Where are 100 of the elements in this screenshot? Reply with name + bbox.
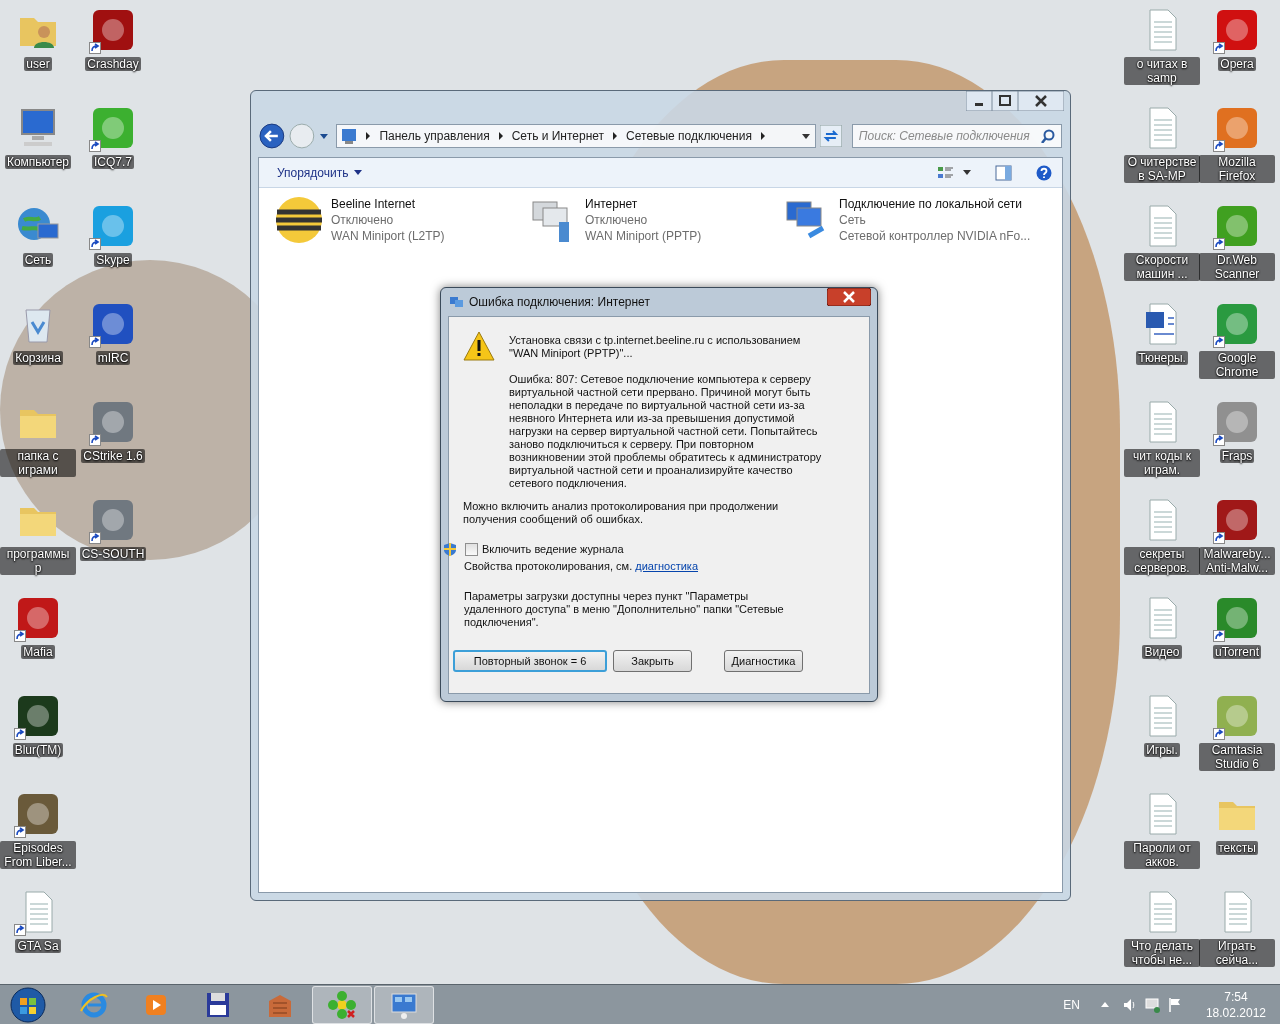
icon-label[interactable]: чит коды к играм. — [1124, 449, 1200, 477]
icon-label[interactable]: Игры. — [1144, 743, 1180, 757]
show-hidden-icons-button[interactable] — [1099, 1001, 1110, 1008]
chevron-icon[interactable] — [612, 131, 619, 141]
icon-label[interactable]: секреты серверов. — [1124, 547, 1200, 575]
shortcut-arrow-icon — [89, 238, 101, 250]
checkbox-label[interactable]: Включить ведение журнала — [482, 543, 624, 556]
shield-icon — [443, 542, 457, 557]
icon-label[interactable]: Malwareby... Anti-Malw... — [1199, 547, 1275, 575]
caret-icon — [354, 170, 363, 175]
icon-label[interactable]: uTorrent — [1213, 645, 1261, 659]
caret-icon[interactable] — [963, 170, 971, 175]
breadcrumb-item[interactable]: Сеть и Интернет — [511, 127, 605, 145]
clock-time: 7:54 — [1224, 988, 1248, 1005]
connection-name[interactable]: Интернет — [585, 196, 702, 212]
refresh-button[interactable] — [820, 125, 842, 147]
dropdown-caret-icon[interactable] — [318, 132, 329, 140]
clock-date: 18.02.2012 — [1205, 1004, 1266, 1021]
icon-label[interactable]: Google Chrome — [1199, 351, 1275, 379]
striped-globe-icon[interactable] — [275, 196, 323, 244]
connection-device: WAN Miniport (PPTP) — [585, 228, 702, 244]
warning-icon — [463, 331, 495, 361]
shortcut-arrow-icon — [14, 630, 26, 642]
icon-label[interactable]: CStrike 1.6 — [81, 449, 145, 463]
logging-checkbox[interactable] — [465, 543, 478, 556]
dialog-button[interactable]: Диагностика — [724, 650, 803, 672]
icon-label[interactable]: Episodes From Liber... — [0, 841, 76, 869]
icon-label[interactable]: Opera — [1218, 57, 1256, 71]
icon-label[interactable]: ICQ7.7 — [92, 155, 134, 169]
icon-label[interactable]: Компьютер — [4, 155, 72, 169]
icon-label[interactable]: Mafia — [21, 645, 55, 659]
shortcut-arrow-icon — [1213, 140, 1225, 152]
dialog-title: Ошибка подключения: Интернет — [469, 294, 650, 311]
address-bar[interactable]: Панель управления Сеть и Интернет Сетевые подключения — [336, 124, 817, 148]
view-options-icon[interactable] — [937, 164, 955, 181]
connection-status: Отключено — [585, 212, 649, 228]
icon-label[interactable]: Dr.Web Scanner — [1199, 253, 1275, 281]
icon-label[interactable]: программы р — [0, 547, 76, 575]
shortcut-arrow-icon — [1213, 42, 1225, 54]
icon-label[interactable]: Тюнеры. — [1136, 351, 1188, 365]
dialog-button[interactable]: Повторный звонок = 6 — [453, 650, 607, 672]
close-button[interactable] — [827, 288, 871, 306]
icon-label[interactable]: папка с играми — [0, 449, 76, 477]
shortcut-arrow-icon — [89, 532, 101, 544]
shortcut-arrow-icon — [89, 42, 101, 54]
connection-status: Сеть — [839, 212, 867, 228]
shortcut-arrow-icon — [14, 924, 26, 936]
preview-pane-icon[interactable] — [995, 164, 1012, 181]
icon-label[interactable]: Mozilla Firefox — [1199, 155, 1275, 183]
icon-label[interactable]: тексты — [1216, 841, 1258, 855]
shortcut-arrow-icon — [1213, 434, 1225, 446]
settings-note: Параметры загрузки доступны через пункт "Параметры удаленного доступа" в меню "Дополнительно" папки "Сетевые подключения". — [464, 590, 785, 629]
connection-name[interactable]: Подключение по локальной сети — [839, 196, 1031, 212]
connection-device: WAN Miniport (L2TP) — [331, 228, 445, 244]
icon-label[interactable]: Camtasia Studio 6 — [1199, 743, 1275, 771]
chevron-icon[interactable] — [759, 131, 766, 141]
network-icon — [449, 295, 463, 309]
logging-note: Можно включить анализ протоколирования при продолжении получения сообщений об ошибках. — [463, 500, 780, 526]
back-button[interactable] — [259, 123, 285, 149]
maximize-button[interactable] — [992, 91, 1018, 111]
icon-label[interactable]: О читерстве в SA-MP — [1124, 155, 1200, 183]
connection-name[interactable]: Beeline Internet — [331, 196, 445, 212]
dropdown-caret-icon[interactable] — [801, 132, 812, 140]
chevron-icon[interactable] — [365, 131, 372, 141]
icon-label[interactable]: GTA Sa — [15, 939, 61, 953]
icon-label[interactable]: Видео — [1142, 645, 1182, 659]
icon-label[interactable]: Корзина — [13, 351, 63, 365]
icon-label[interactable]: Crashday — [85, 57, 141, 71]
shortcut-arrow-icon — [14, 728, 26, 740]
shortcut-arrow-icon — [89, 336, 101, 348]
flower-icon — [326, 988, 358, 1021]
icon-label[interactable]: Сеть — [22, 253, 54, 267]
breadcrumb-item[interactable]: Панель управления — [379, 127, 490, 145]
icon-label[interactable]: user — [24, 57, 52, 71]
icon-label[interactable]: Играть сейча... — [1199, 939, 1275, 967]
icon-label[interactable]: Что делать чтобы не... — [1124, 939, 1200, 967]
minimize-button[interactable] — [966, 91, 992, 111]
network-status-icon[interactable] — [1143, 996, 1160, 1013]
shortcut-arrow-icon — [89, 140, 101, 152]
search-icon[interactable] — [1041, 129, 1055, 143]
icon-label[interactable]: о читах в samp — [1124, 57, 1200, 85]
connection-status: Отключено — [331, 212, 395, 228]
help-icon[interactable] — [1036, 164, 1052, 181]
start-button[interactable] — [9, 985, 47, 1024]
language-indicator[interactable]: EN — [1063, 995, 1080, 1014]
icon-label[interactable]: Скорости машин ... — [1124, 253, 1200, 281]
shortcut-arrow-icon — [89, 434, 101, 446]
clock[interactable]: 7:54 18.02.2012 — [1205, 988, 1266, 1021]
error-message: Ошибка: 807: Сетевое подключение компьютера к серверу виртуальной частной сети прервано. Причиной могут быть неполадки в передаче по виртуальной частной сети из-за неявного Интернета или из-за превышения допустимой нагрузки на сервер виртуальной частной сети. Попытайтесь заново подключиться к серверу. При повторном возникновении этой проблемы обратитесь к администратору виртуальной частной сети и проанализируйте качество сетевого подключения. — [509, 373, 823, 490]
organize-button[interactable]: Упорядочить — [269, 160, 371, 185]
flag-icon[interactable] — [1167, 996, 1182, 1013]
breadcrumb-item[interactable]: Сетевые подключения — [626, 127, 752, 145]
icon-label[interactable]: Skype — [94, 253, 132, 267]
icon-label[interactable]: Пароли от акков. — [1124, 841, 1200, 869]
close-button[interactable] — [1018, 91, 1064, 111]
search-field[interactable]: Поиск: Сетевые подключения — [851, 124, 1062, 148]
diagnostics-link[interactable]: диагностика — [635, 560, 698, 572]
shortcut-arrow-icon — [1213, 630, 1225, 642]
dialog-button[interactable]: Закрыть — [613, 650, 692, 672]
chevron-icon[interactable] — [497, 131, 504, 141]
